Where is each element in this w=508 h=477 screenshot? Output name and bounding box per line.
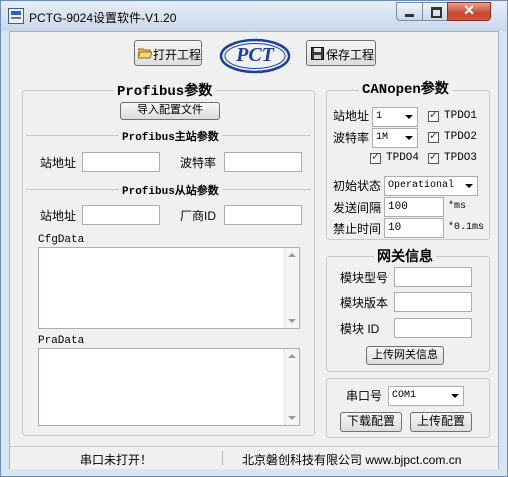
slave-station-input[interactable] [82,205,160,225]
upload-config-button[interactable]: 上传配置 [410,412,472,432]
canopen-title: CANopen参数 [359,78,452,98]
inhibit-time-unit: *0.1ms [448,222,485,233]
open-folder-icon [137,47,153,59]
scroll-down-icon[interactable] [288,416,296,420]
cfgdata-label: CfgData [38,234,85,246]
init-state-label: 初始状态 [333,179,382,193]
module-version-input[interactable] [394,292,472,312]
vendor-id-label: 厂商ID [180,209,217,223]
close-button[interactable] [447,0,491,21]
init-state-select[interactable]: Operational [384,176,478,196]
floppy-disk-icon [311,47,324,60]
master-baud-input[interactable] [224,152,302,172]
pradata-scrollbar[interactable] [284,349,299,425]
pradata-textarea[interactable] [38,348,300,426]
client-area: 打开工程 PCT 保存工程 Profibus参数 导入配置文件 Profibus… [9,31,499,469]
app-window: PCTG-9024设置软件-V1.20 打开工程 PCT [0,0,508,477]
module-version-label: 模块版本 [340,296,389,310]
window-title: PCTG-9024设置软件-V1.20 [29,11,177,25]
module-model-input[interactable] [394,267,472,287]
serial-port-value: COM1 [392,390,417,401]
pct-logo: PCT [219,38,291,74]
open-project-label: 打开工程 [153,48,202,62]
chevron-down-icon [405,115,413,119]
serial-port-select[interactable]: COM1 [388,386,464,406]
tpdo1-label: TPDO1 [444,110,478,122]
can-station-value: 1 [376,111,383,122]
master-station-input[interactable] [82,152,160,172]
can-station-label: 站地址 [333,109,370,123]
master-station-label: 站地址 [40,156,77,170]
tpdo1-checkbox[interactable] [428,108,439,122]
master-baud-label: 波特率 [180,156,217,170]
tpdo4-checkbox[interactable] [370,150,381,164]
title-bar[interactable]: PCTG-9024设置软件-V1.20 [1,0,507,31]
can-station-select[interactable]: 1 [372,107,418,127]
status-divider [222,451,223,465]
inhibit-time-label: 禁止时间 [333,222,382,236]
status-bar: 串口未打开！ 北京磐创科技有限公司 www.bjpct.com.cn [10,446,498,469]
tpdo3-label: TPDO3 [444,152,478,164]
tpdo3-checkbox[interactable] [428,150,439,164]
slave-params-label: Profibus从站参数 [119,182,222,198]
chevron-down-icon [405,136,413,140]
save-project-button[interactable]: 保存工程 [306,40,376,66]
chevron-down-icon [465,184,473,188]
open-project-button[interactable]: 打开工程 [134,40,202,66]
can-baud-select[interactable]: 1M [372,128,418,148]
tpdo4-label: TPDO4 [386,152,420,164]
maximize-button[interactable] [422,2,448,21]
module-id-label: 模块 ID [340,322,380,336]
port-status-text: 串口未打开！ [80,453,153,467]
company-text: 北京磐创科技有限公司 www.bjpct.com.cn [242,453,462,467]
logo-text: PCT [236,44,274,66]
cfgdata-textarea[interactable] [38,247,300,329]
pradata-label: PraData [38,335,85,347]
download-config-button[interactable]: 下载配置 [340,412,402,432]
module-id-input[interactable] [394,318,472,338]
inhibit-time-input[interactable]: 10 [384,218,444,238]
master-params-header: Profibus主站参数 [26,128,311,150]
import-config-button[interactable]: 导入配置文件 [120,102,220,120]
scroll-up-icon[interactable] [288,253,296,257]
gateway-title: 网关信息 [374,246,436,266]
can-baud-label: 波特率 [333,131,370,145]
scroll-up-icon[interactable] [288,354,296,358]
can-baud-value: 1M [376,132,389,143]
init-state-value: Operational [388,180,455,191]
vendor-id-input[interactable] [224,205,302,225]
profibus-title: Profibus参数 [114,80,216,100]
chevron-down-icon [451,394,459,398]
slave-station-label: 站地址 [40,209,77,223]
upload-gateway-info-button[interactable]: 上传网关信息 [366,346,444,365]
scroll-down-icon[interactable] [288,319,296,323]
send-interval-unit: *ms [448,201,467,212]
send-interval-input[interactable]: 100 [384,197,444,217]
tpdo2-checkbox[interactable] [428,129,439,143]
serial-port-label: 串口号 [346,389,383,403]
save-project-label: 保存工程 [326,48,375,62]
tpdo2-label: TPDO2 [444,131,478,143]
master-params-label: Profibus主站参数 [119,128,222,144]
minimize-button[interactable] [396,2,423,21]
slave-params-header: Profibus从站参数 [26,182,311,204]
app-icon [8,8,24,24]
cfgdata-scrollbar[interactable] [284,248,299,328]
module-model-label: 模块型号 [340,271,389,285]
send-interval-label: 发送间隔 [333,201,382,215]
